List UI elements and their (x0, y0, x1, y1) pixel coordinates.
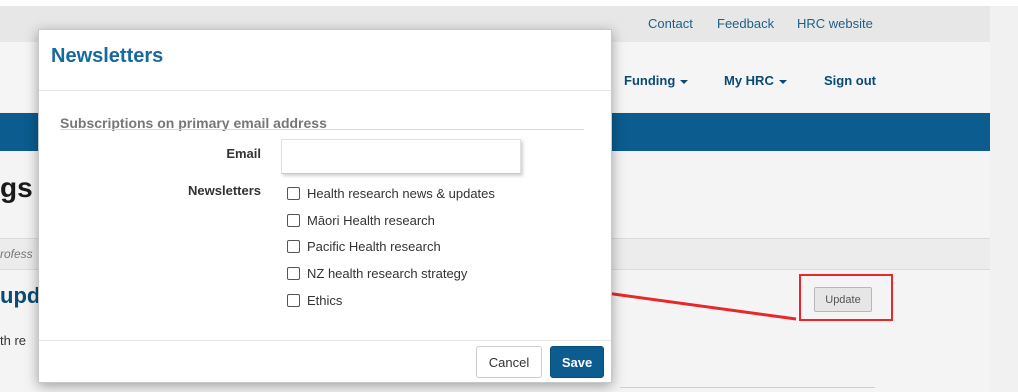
checkbox[interactable] (287, 186, 300, 200)
subscriptions-divider (60, 129, 584, 130)
arrow-shaft (605, 291, 797, 321)
newsletter-option-pacific[interactable]: Pacific Health research (287, 237, 441, 255)
newsletter-option-strategy[interactable]: NZ health research strategy (287, 264, 467, 282)
newsletter-option-news[interactable]: Health research news & updates (287, 184, 495, 202)
checkbox[interactable] (287, 239, 300, 253)
newsletter-option-label: Ethics (307, 292, 343, 308)
email-label: Email (226, 146, 261, 161)
newsletter-option-label: Health research news & updates (307, 185, 495, 201)
newsletter-option-maori[interactable]: Māori Health research (287, 211, 435, 229)
cancel-button[interactable]: Cancel (476, 346, 542, 378)
save-button[interactable]: Save (550, 346, 604, 378)
newsletter-option-label: NZ health research strategy (307, 265, 468, 281)
modal-header-divider (39, 90, 611, 91)
newsletters-label: Newsletters (188, 183, 261, 198)
newsletter-option-ethics[interactable]: Ethics (287, 291, 342, 309)
modal-footer-divider (39, 340, 611, 341)
modal-title: Newsletters (51, 45, 164, 67)
newsletter-option-label: Māori Health research (307, 212, 435, 228)
newsletters-modal: Newsletters Subscriptions on primary ema… (38, 29, 612, 383)
checkbox[interactable] (287, 213, 300, 227)
checkbox[interactable] (287, 266, 300, 280)
checkbox[interactable] (287, 293, 300, 307)
newsletter-option-label: Pacific Health research (307, 238, 441, 254)
email-field[interactable] (281, 139, 521, 174)
